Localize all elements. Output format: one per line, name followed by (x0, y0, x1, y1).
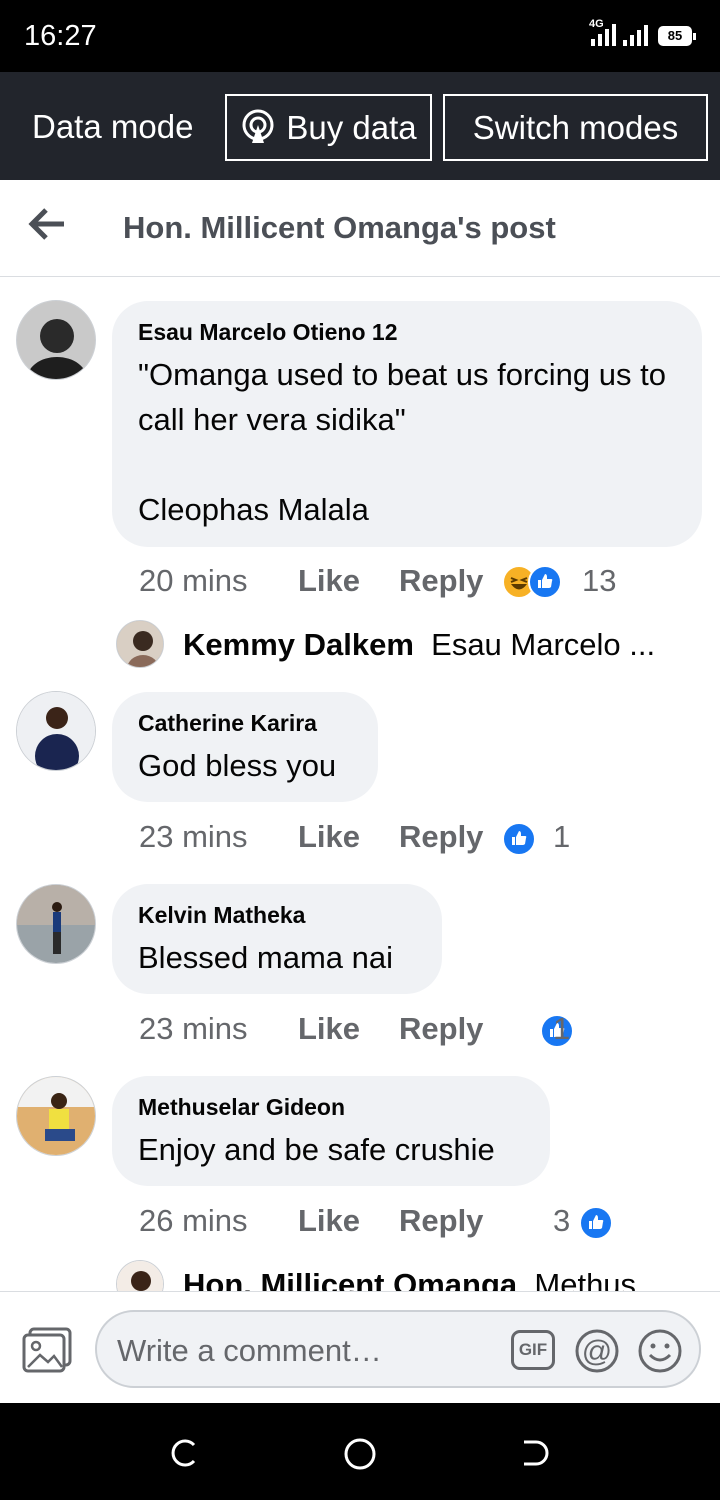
comment-input[interactable]: Write a comment… GIF @ (95, 1310, 701, 1388)
reaction-count: 1 (553, 1011, 571, 1046)
comment-time: 26 mins (139, 1203, 248, 1238)
like-button[interactable]: Like (298, 1011, 360, 1047)
page-title: Hon. Millicent Omanga's post (123, 210, 556, 245)
comment-bubble: Methuselar Gideon Enjoy and be safe crus… (112, 1076, 550, 1186)
reply-preview[interactable]: Hon. Millicent Omanga Methus (183, 1267, 636, 1291)
back-arrow-icon[interactable] (28, 204, 68, 244)
reaction-count: 3 (553, 1203, 571, 1238)
mention-icon[interactable]: @ (574, 1328, 620, 1374)
reply-text: Esau Marcelo ... (431, 627, 656, 662)
comment-text: Blessed mama nai (138, 940, 394, 975)
switch-modes-button[interactable]: Switch modes (443, 94, 708, 161)
comment-text: "Omanga used to beat us forcing us to ca… (138, 357, 666, 527)
comment-author[interactable]: Catherine Karira (138, 710, 352, 737)
comment-author[interactable]: Esau Marcelo Otieno 12 (138, 319, 676, 346)
comment-time: 23 mins (139, 1011, 248, 1046)
data-mode-bar: Data mode Buy data Switch modes (0, 72, 720, 180)
emoji-icon[interactable] (637, 1328, 683, 1374)
recents-icon[interactable] (170, 1438, 200, 1468)
reply-preview-clipped: Hon. Millicent Omanga Methus (0, 1256, 720, 1291)
like-button[interactable]: Like (298, 1203, 360, 1239)
like-button[interactable]: Like (298, 563, 360, 599)
reply-button[interactable]: Reply (399, 563, 483, 599)
system-nav-bar (0, 1403, 720, 1500)
avatar[interactable] (16, 884, 96, 964)
like-reaction-icon[interactable] (502, 822, 536, 856)
back-icon[interactable] (520, 1438, 550, 1468)
comment-time: 23 mins (139, 819, 248, 854)
reply-author: Kemmy Dalkem (183, 627, 414, 662)
avatar[interactable] (16, 300, 96, 380)
comment-bubble: Catherine Karira God bless you (112, 692, 378, 802)
comment-composer: Write a comment… GIF @ (0, 1291, 720, 1404)
like-button[interactable]: Like (298, 819, 360, 855)
status-time: 16:27 (24, 20, 97, 52)
svg-text:@: @ (582, 1335, 612, 1368)
buy-data-label: Buy data (286, 108, 417, 146)
reply-button[interactable]: Reply (399, 1203, 483, 1239)
page-header: Hon. Millicent Omanga's post (0, 180, 720, 277)
reaction-count: 13 (582, 563, 617, 598)
comment-author[interactable]: Methuselar Gideon (138, 1094, 524, 1121)
comment-placeholder: Write a comment… (117, 1333, 382, 1368)
comment-text: God bless you (138, 748, 337, 783)
buy-data-button[interactable]: Buy data (225, 94, 432, 161)
switch-modes-label: Switch modes (472, 108, 679, 146)
reply-avatar[interactable] (116, 620, 164, 668)
reply-text: Methus (534, 1267, 637, 1291)
signal-icon-2 (623, 24, 648, 46)
reply-button[interactable]: Reply (399, 1011, 483, 1047)
avatar[interactable] (16, 691, 96, 771)
reply-preview[interactable]: Kemmy Dalkem Esau Marcelo ... (183, 627, 655, 663)
avatar[interactable] (16, 1076, 96, 1156)
battery-icon: 85 (658, 26, 696, 46)
like-reaction-icon[interactable] (578, 1206, 613, 1240)
comment-bubble: Esau Marcelo Otieno 12 "Omanga used to b… (112, 301, 702, 547)
data-mode-label: Data mode (32, 108, 194, 145)
gif-button[interactable]: GIF (511, 1330, 555, 1370)
broadcast-icon (242, 109, 274, 143)
comment-bubble: Kelvin Matheka Blessed mama nai (112, 884, 442, 994)
comment-author[interactable]: Kelvin Matheka (138, 902, 416, 929)
reply-button[interactable]: Reply (399, 819, 483, 855)
reply-avatar[interactable] (116, 1260, 164, 1291)
status-bar: 16:27 4G 85 (0, 0, 720, 72)
home-icon[interactable] (343, 1437, 377, 1471)
reply-author: Hon. Millicent Omanga (183, 1267, 518, 1291)
comment-text: Enjoy and be safe crushie (138, 1132, 495, 1167)
signal-icon (591, 24, 616, 46)
photo-icon[interactable] (22, 1327, 74, 1373)
reaction-icons[interactable] (502, 565, 562, 604)
reaction-count: 1 (553, 819, 571, 854)
comment-time: 20 mins (139, 563, 248, 598)
like-reaction-icon (528, 565, 562, 599)
